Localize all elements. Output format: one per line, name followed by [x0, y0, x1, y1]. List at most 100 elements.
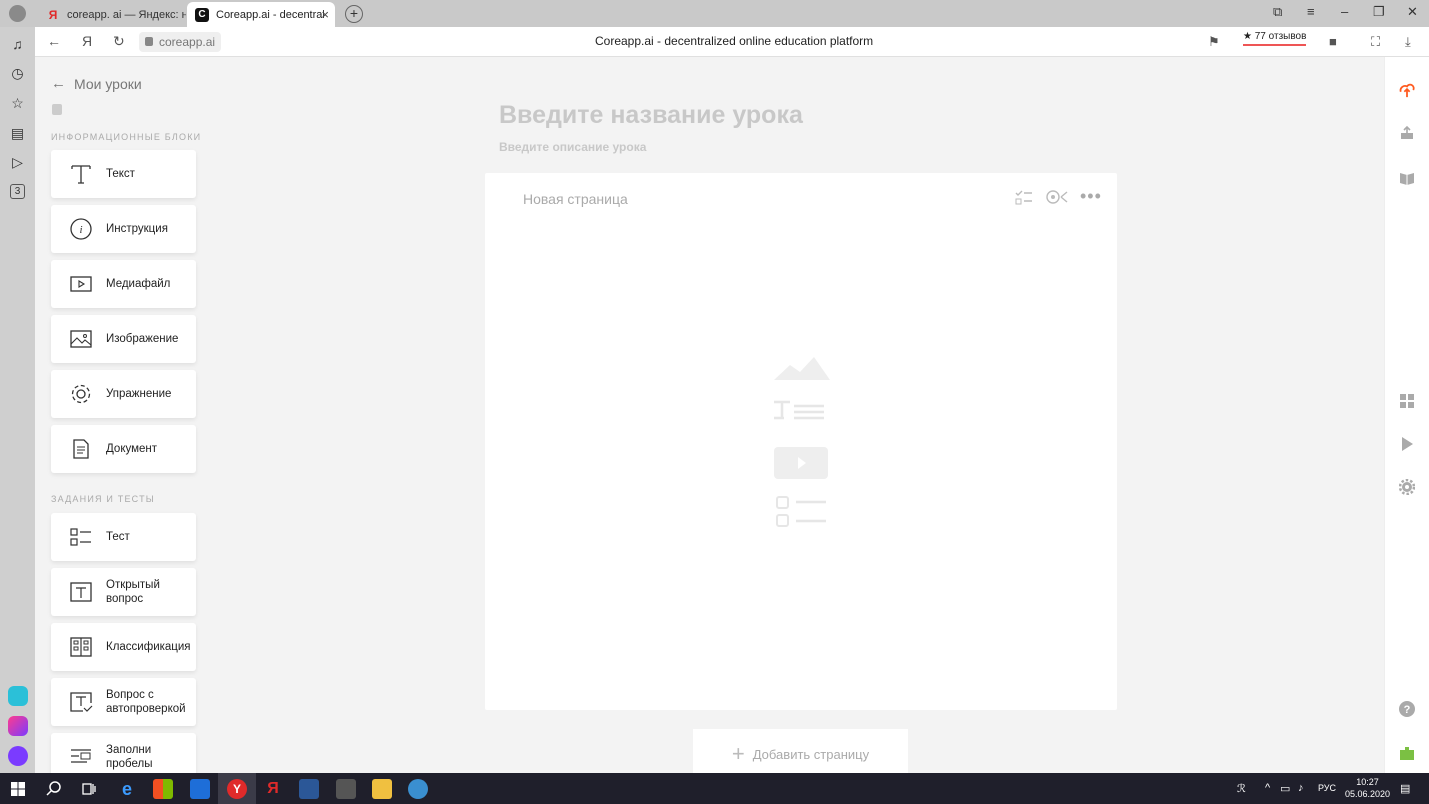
editor-right-toolbar: ?	[1384, 57, 1429, 773]
windows-start-icon[interactable]	[8, 779, 28, 799]
lesson-description-input[interactable]: Введите описание урока	[499, 140, 646, 154]
tasks-heading: ЗАДАНИЯ И ТЕСТЫ	[51, 494, 155, 504]
block-label: Медиафайл	[106, 278, 171, 290]
word-icon[interactable]	[299, 779, 319, 799]
block-open-question[interactable]: Открытый вопрос	[51, 568, 196, 616]
close-window-button[interactable]: ✕	[1407, 4, 1418, 20]
tab-label: coreapp. ai — Яндекс: нашл	[67, 8, 186, 21]
tab-close-icon[interactable]: ×	[321, 7, 329, 22]
tabs-overview-icon[interactable]: ⧉	[1273, 4, 1282, 20]
lesson-title-input[interactable]: Введите название урока	[499, 101, 803, 130]
profile-avatar[interactable]	[9, 5, 26, 22]
yandex-browser-icon[interactable]: Y	[227, 779, 247, 799]
image-icon	[69, 328, 93, 350]
back-label: Мои уроки	[74, 75, 142, 92]
block-label: Заполни пробелы	[106, 744, 153, 770]
book-icon[interactable]	[1399, 170, 1415, 186]
block-media[interactable]: Медиафайл	[51, 260, 196, 308]
yandex-favicon-icon: Я	[48, 7, 58, 22]
page-title-display[interactable]: Coreapp.ai - decentralized online educat…	[595, 34, 873, 48]
clock-time: 10:27	[1356, 777, 1379, 787]
tab-yandex-search[interactable]: Я coreapp. ai — Яндекс: нашл	[38, 2, 186, 27]
svg-text:?: ?	[1404, 704, 1411, 716]
block-label: Упражнение	[106, 388, 172, 400]
more-options-icon[interactable]: •••	[1080, 186, 1102, 207]
publish-cloud-icon[interactable]	[1399, 82, 1415, 98]
menu-icon[interactable]: ≡	[1307, 4, 1315, 19]
download-icon[interactable]: ⤓	[1405, 34, 1411, 50]
language-indicator[interactable]: РУС	[1318, 783, 1336, 793]
play-icon[interactable]	[1399, 436, 1415, 452]
video-icon[interactable]: ▷	[9, 154, 26, 171]
block-fill-gaps[interactable]: Заполни пробелы	[51, 733, 196, 773]
plugin-icon[interactable]	[1399, 745, 1415, 761]
minimize-button[interactable]: –	[1341, 4, 1348, 19]
new-tab-button[interactable]: +	[345, 5, 363, 23]
market-app-icon[interactable]	[8, 716, 28, 736]
volume-icon[interactable]: ♪	[1298, 782, 1304, 794]
add-page-label: Добавить страницу	[752, 746, 870, 762]
yandex-app-icon[interactable]: Я	[263, 779, 283, 799]
notifications-icon[interactable]: ▤	[1400, 782, 1410, 795]
store-icon[interactable]	[153, 779, 173, 799]
lesson-page-card: Новая страница •••	[485, 173, 1117, 710]
url-field[interactable]: coreapp.ai	[139, 32, 222, 52]
grid-icon[interactable]	[1399, 393, 1415, 409]
translate-icon[interactable]: ⚑	[1208, 34, 1220, 50]
block-test[interactable]: Тест	[51, 513, 196, 561]
bell-icon[interactable]: ♫	[9, 36, 26, 53]
media-app-icon[interactable]	[336, 779, 356, 799]
block-label: Вопрос с автопроверкой	[106, 689, 186, 715]
open-question-icon	[69, 581, 93, 603]
edge-icon[interactable]: e	[117, 779, 137, 799]
lock-icon[interactable]	[52, 104, 62, 115]
document-icon	[69, 438, 93, 460]
gear-icon	[69, 383, 93, 405]
block-document[interactable]: Документ	[51, 425, 196, 473]
export-icon[interactable]	[1399, 125, 1415, 141]
block-instruction[interactable]: i Инструкция	[51, 205, 196, 253]
block-label: Классификация	[106, 641, 191, 653]
task-view-icon[interactable]	[79, 779, 99, 799]
arrow-left-icon: ←	[51, 75, 66, 92]
yandex-home-button[interactable]: Я	[82, 33, 92, 49]
paint-icon[interactable]	[408, 779, 428, 799]
protect-icon[interactable]: ⛶	[1371, 34, 1380, 50]
counter-icon[interactable]: 3	[10, 184, 25, 199]
block-autocheck[interactable]: Вопрос с автопроверкой	[51, 678, 196, 726]
star-icon[interactable]: ☆	[9, 95, 26, 112]
help-icon[interactable]: ?	[1399, 701, 1415, 717]
add-page-button[interactable]: + Добавить страницу	[693, 729, 908, 773]
checklist-icon[interactable]	[1015, 189, 1033, 210]
back-button[interactable]: ←	[47, 33, 61, 49]
block-label: Документ	[106, 443, 158, 455]
back-to-lessons-link[interactable]: ← Мои уроки	[51, 75, 142, 92]
file-explorer-icon[interactable]	[372, 779, 392, 799]
history-icon[interactable]: ◷	[9, 65, 26, 82]
restore-button[interactable]: ❐	[1373, 4, 1385, 20]
block-exercise[interactable]: Упражнение	[51, 370, 196, 418]
lock-icon	[145, 37, 153, 46]
collections-icon[interactable]: ▤	[9, 125, 26, 142]
visibility-share-icon[interactable]	[1046, 189, 1068, 210]
block-classification[interactable]: Классификация	[51, 623, 196, 671]
mail-icon[interactable]	[190, 779, 210, 799]
settings-gear-icon[interactable]	[1399, 479, 1415, 495]
tray-chevron-icon[interactable]: ^	[1265, 782, 1270, 794]
tab-coreapp[interactable]: C Coreapp.ai - decentralize ×	[187, 2, 335, 27]
fill-gaps-icon	[69, 745, 93, 767]
page-name-input[interactable]: Новая страница	[523, 191, 628, 207]
block-label: Текст	[106, 168, 135, 180]
block-image[interactable]: Изображение	[51, 315, 196, 363]
network-icon[interactable]: ▭	[1280, 782, 1290, 795]
search-icon[interactable]	[44, 779, 64, 799]
test-icon	[69, 526, 93, 548]
user-tray-icon[interactable]: ℛ	[1237, 782, 1246, 795]
reviews-badge[interactable]: ★ 77 отзывов	[1243, 31, 1307, 46]
messenger-app-icon[interactable]	[8, 686, 28, 706]
bookmark-icon[interactable]: ■	[1329, 34, 1337, 49]
clock[interactable]: 10:27 05.06.2020	[1345, 776, 1390, 800]
block-text[interactable]: Текст	[51, 150, 196, 198]
reload-button[interactable]: ↻	[113, 33, 125, 50]
alice-app-icon[interactable]	[8, 746, 28, 766]
